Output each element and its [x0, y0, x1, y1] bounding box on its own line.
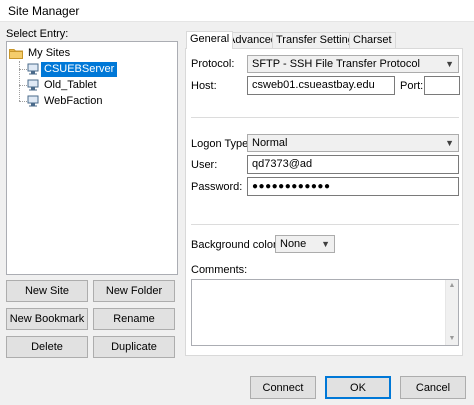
password-label: Password: [191, 181, 243, 193]
tree-item-old-tablet[interactable]: Old_Tablet [27, 77, 100, 93]
protocol-select[interactable]: SFTP - SSH File Transfer Protocol ▼ [247, 55, 459, 73]
ok-button[interactable]: OK [325, 376, 391, 399]
background-color-label: Background color: [191, 239, 280, 251]
user-input[interactable]: qd7373@ad [247, 155, 459, 174]
user-label: User: [191, 159, 218, 171]
title-bar: Site Manager [0, 0, 474, 22]
password-input[interactable]: ●●●●●●●●●●●● [247, 177, 459, 196]
general-panel: Protocol: SFTP - SSH File Transfer Proto… [185, 48, 463, 356]
divider [191, 117, 459, 118]
comments-textarea[interactable]: ▲ ▼ [191, 279, 459, 346]
chevron-down-icon: ▼ [321, 239, 330, 249]
new-bookmark-button[interactable]: New Bookmark [6, 308, 88, 330]
background-color-select[interactable]: None ▼ [275, 235, 335, 253]
window-title: Site Manager [8, 4, 80, 18]
new-site-button[interactable]: New Site [6, 280, 88, 302]
server-icon [27, 79, 39, 91]
tree-connector [19, 61, 20, 101]
duplicate-button[interactable]: Duplicate [93, 336, 175, 358]
chevron-down-icon: ▼ [445, 59, 454, 69]
comments-scrollbar[interactable]: ▲ ▼ [445, 280, 458, 345]
tab-charset[interactable]: Charset [349, 32, 396, 48]
chevron-down-icon: ▼ [445, 138, 454, 148]
tree-root-my-sites[interactable]: My Sites [9, 45, 73, 61]
port-input[interactable] [424, 76, 460, 95]
server-icon [27, 63, 39, 75]
site-tree[interactable]: My Sites CSUEBServer Old_Tablet WebFacti… [6, 41, 178, 275]
tree-connector [19, 69, 27, 70]
host-input[interactable]: csweb01.csueastbay.edu [247, 76, 395, 95]
tree-item-label: WebFaction [44, 94, 103, 107]
select-entry-label: Select Entry: [6, 28, 69, 40]
background-color-value: None [280, 238, 307, 250]
tree-item-label: CSUEBServer [41, 61, 118, 77]
logon-type-value: Normal [252, 137, 288, 149]
tree-item-webfaction[interactable]: WebFaction [27, 93, 106, 109]
protocol-value: SFTP - SSH File Transfer Protocol [252, 58, 420, 70]
tree-connector [19, 85, 27, 86]
connect-button[interactable]: Connect [250, 376, 316, 399]
logon-type-label: Logon Type: [191, 138, 252, 150]
port-label: Port: [400, 80, 424, 92]
tab-general[interactable]: General [186, 31, 234, 49]
new-folder-button[interactable]: New Folder [93, 280, 175, 302]
delete-button[interactable]: Delete [6, 336, 88, 358]
tree-item-csuebserver[interactable]: CSUEBServer [27, 61, 118, 77]
folder-icon [9, 48, 23, 59]
logon-type-select[interactable]: Normal ▼ [247, 134, 459, 152]
tree-connector [19, 101, 27, 102]
scroll-up-arrow-icon[interactable]: ▲ [446, 280, 458, 292]
divider [191, 224, 459, 225]
protocol-label: Protocol: [191, 58, 235, 70]
tree-item-label: Old_Tablet [44, 78, 97, 91]
comments-label: Comments: [191, 264, 248, 276]
rename-button[interactable]: Rename [93, 308, 175, 330]
tree-root-label: My Sites [28, 46, 71, 59]
host-label: Host: [191, 80, 217, 92]
server-icon [27, 95, 39, 107]
scroll-down-arrow-icon[interactable]: ▼ [446, 333, 458, 345]
cancel-button[interactable]: Cancel [400, 376, 466, 399]
